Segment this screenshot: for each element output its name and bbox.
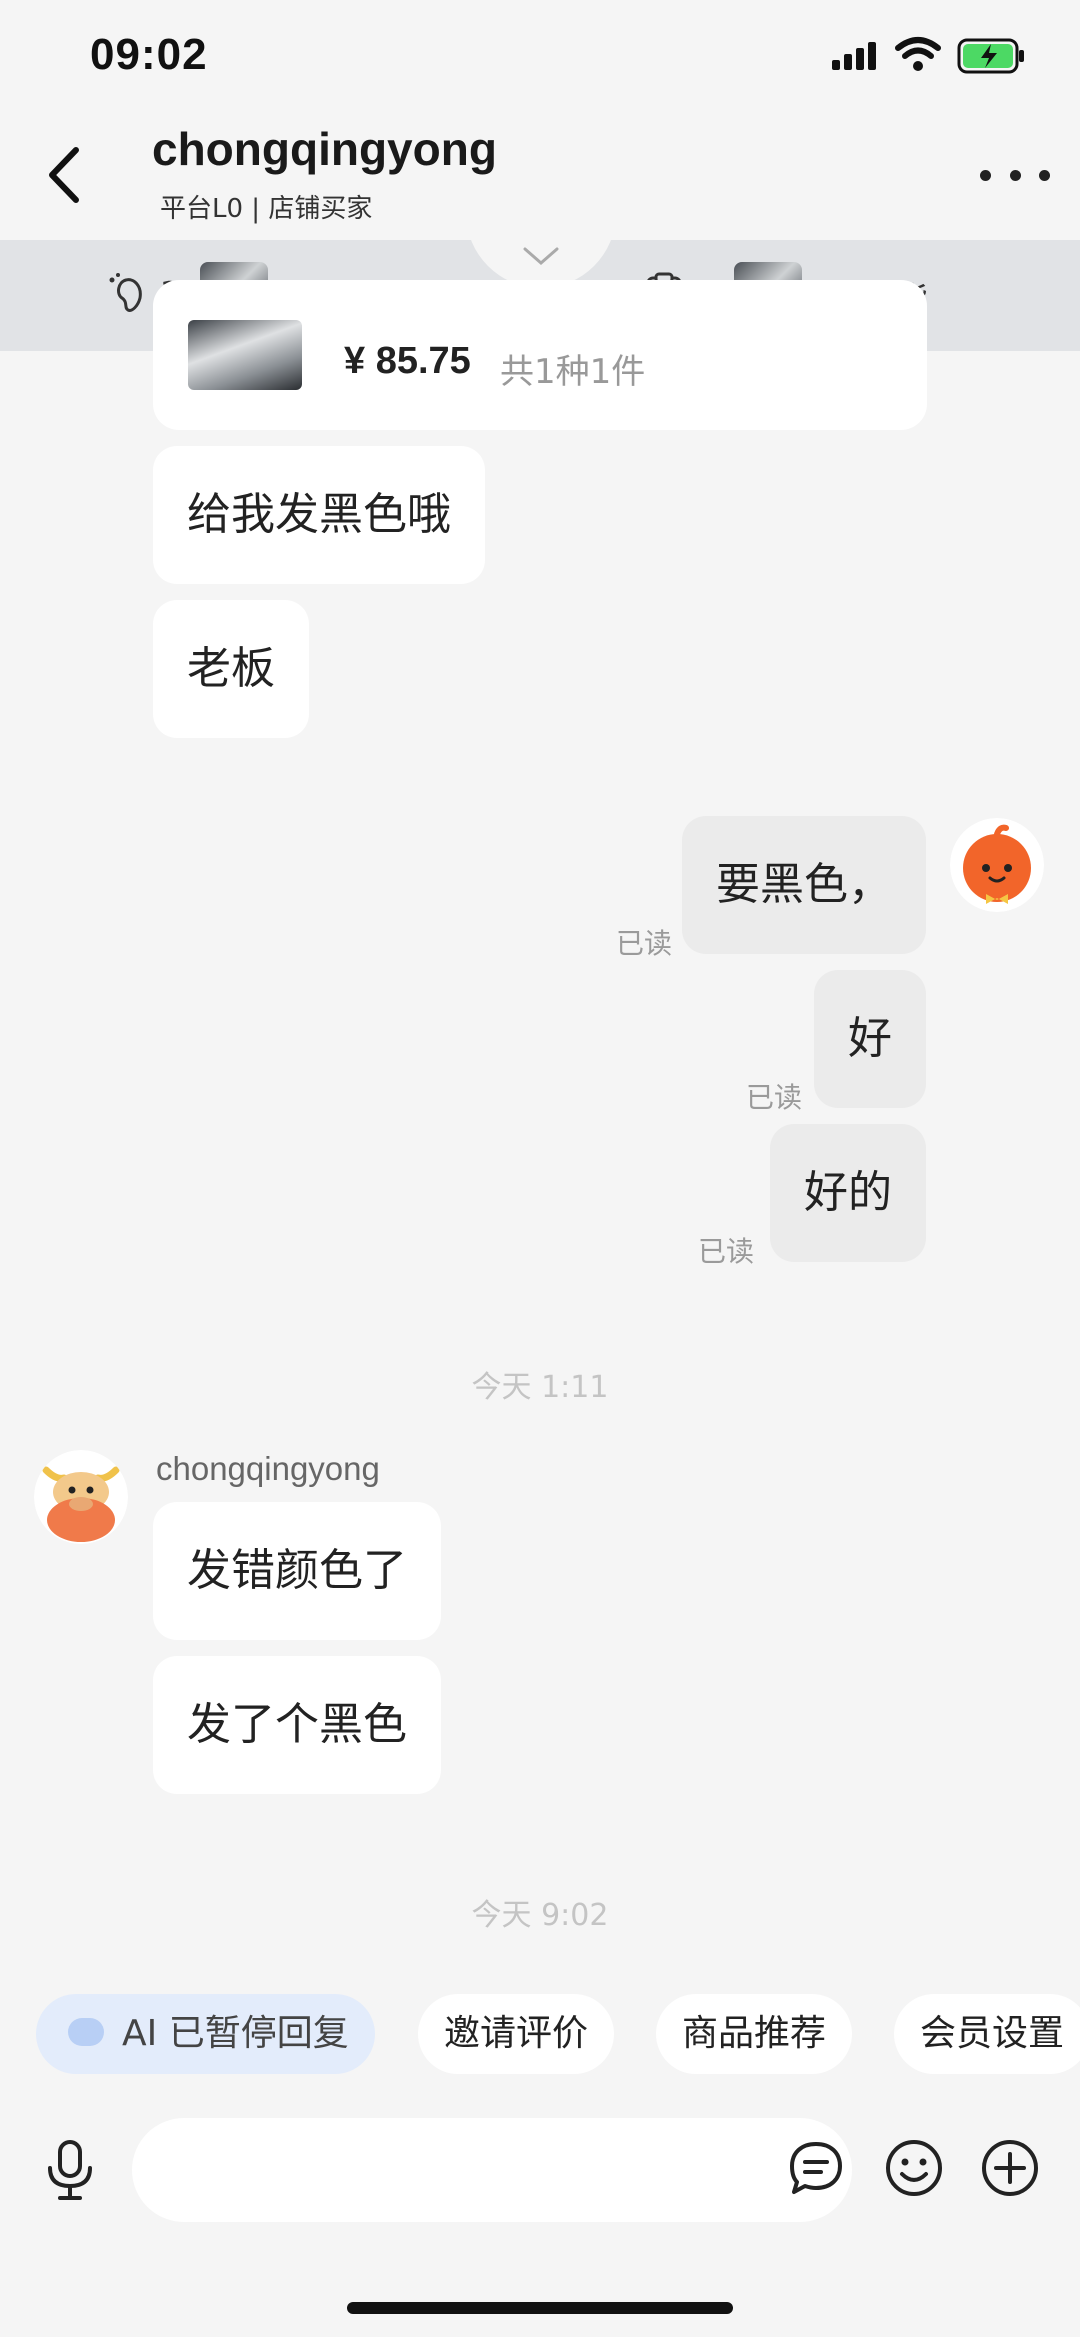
sender-name: chongqingyong — [156, 1450, 380, 1487]
back-button[interactable] — [40, 140, 90, 210]
buyer-avatar-ox-icon[interactable] — [34, 1450, 128, 1544]
timestamp-divider: 今天 1:11 — [471, 1370, 609, 1405]
my-message-bubble[interactable]: 好 — [814, 970, 926, 1108]
member-settings-chip[interactable]: 会员设置 — [894, 1994, 1080, 2074]
status-time: 09:02 — [90, 30, 208, 79]
more-options-button[interactable] — [980, 155, 1050, 195]
message-input[interactable] — [132, 2118, 852, 2222]
wifi-icon — [895, 37, 941, 71]
my-message-bubble[interactable]: 要黑色， — [682, 816, 926, 954]
message-bubble[interactable]: 发了个黑色 — [153, 1656, 441, 1794]
message-bubble[interactable]: 发错颜色了 — [153, 1502, 441, 1640]
emoji-icon[interactable] — [884, 2138, 944, 2198]
footprint-icon — [109, 273, 142, 312]
read-receipt: 已读 — [698, 1235, 755, 1268]
ai-paused-reply-chip[interactable]: AI 已暂停回复 — [36, 1994, 375, 2074]
battery-charging-icon — [957, 38, 1024, 74]
quick-reply-icon[interactable] — [786, 2138, 846, 2198]
product-recommend-chip[interactable]: 商品推荐 — [656, 1994, 853, 2074]
ai-bot-icon — [68, 2018, 104, 2046]
read-receipt: 已读 — [616, 927, 673, 960]
chevron-down-icon[interactable] — [522, 246, 560, 266]
microphone-icon[interactable] — [40, 2138, 100, 2202]
read-receipt: 已读 — [746, 1081, 803, 1114]
message-bubble[interactable]: 给我发黑色哦 — [153, 446, 485, 584]
home-indicator[interactable] — [347, 2302, 733, 2314]
chat-title: chongqingyong — [152, 123, 497, 175]
add-plus-icon[interactable] — [980, 2138, 1040, 2198]
cellular-signal-icon — [832, 42, 876, 70]
invite-review-chip[interactable]: 邀请评价 — [418, 1994, 615, 2074]
message-bubble[interactable]: 老板 — [153, 600, 309, 738]
buyer-subtitle: 平台L0 | 店铺买家 — [160, 194, 373, 224]
my-message-bubble[interactable]: 好的 — [770, 1124, 926, 1262]
timestamp-divider: 今天 9:02 — [471, 1898, 609, 1933]
product-price: ¥ 85.75 — [344, 340, 471, 382]
my-avatar-pumpkin-icon[interactable] — [950, 818, 1044, 912]
chip-label: AI 已暂停回复 — [122, 2013, 349, 2054]
product-thumbnail — [188, 320, 302, 390]
product-quantity: 共1种1件 — [500, 352, 646, 392]
